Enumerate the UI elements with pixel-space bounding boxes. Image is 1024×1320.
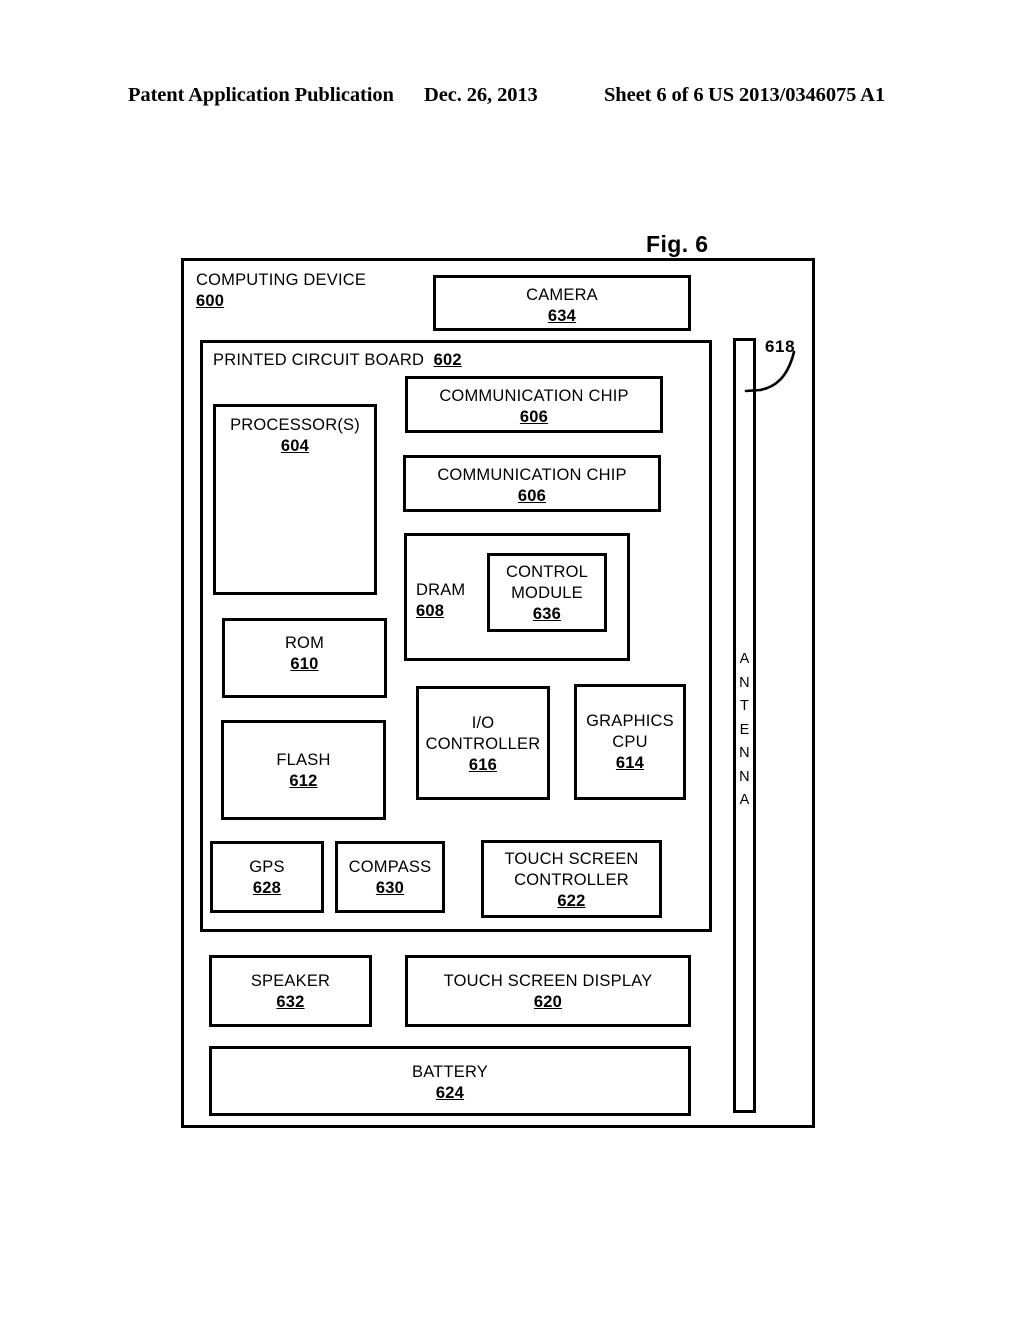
communication-chip-2-ref: 606 [517,487,547,505]
processor-title: PROCESSOR(S) [230,416,360,434]
io-controller-ref: 616 [468,756,498,774]
control-module-ref: 636 [532,605,562,623]
communication-chip-1-block: COMMUNICATION CHIP 606 [405,376,663,433]
printed-circuit-board-ref: 602 [433,351,462,369]
antenna-letter-2: T [739,698,750,714]
battery-title: BATTERY [412,1063,488,1081]
touch-screen-display-title: TOUCH SCREEN DISPLAY [443,972,653,990]
touch-screen-controller-label: TOUCH SCREEN CONTROLLER 622 [484,849,659,912]
rom-title: ROM [284,634,325,652]
dram-ref: 608 [416,602,445,620]
antenna-block: A N T E N N A [733,338,756,1113]
antenna-letter-3: E [739,721,750,738]
flash-block: FLASH 612 [221,720,386,820]
communication-chip-1-label: COMMUNICATION CHIP 606 [408,386,660,428]
battery-ref: 624 [435,1084,465,1102]
communication-chip-1-ref: 606 [519,408,549,426]
io-controller-block: I/O CONTROLLER 616 [416,686,550,800]
speaker-label: SPEAKER 632 [212,971,369,1013]
touch-screen-display-label: TOUCH SCREEN DISPLAY 620 [408,971,688,1013]
touch-screen-controller-title-line2: CONTROLLER [514,871,629,889]
gps-title: GPS [249,858,285,876]
graphics-cpu-title-line2: CPU [612,733,648,751]
control-module-title-line2: MODULE [511,584,583,602]
gps-block: GPS 628 [210,841,324,913]
gps-ref: 628 [252,879,282,897]
processor-ref: 604 [280,437,310,455]
compass-block: COMPASS 630 [335,841,445,913]
camera-ref: 634 [547,307,577,325]
touch-screen-controller-title-line1: TOUCH SCREEN [504,850,639,868]
compass-label: COMPASS 630 [338,857,442,899]
antenna-label: A N T E N N A [736,648,753,813]
touch-screen-display-block: TOUCH SCREEN DISPLAY 620 [405,955,691,1027]
compass-ref: 630 [375,879,405,897]
compass-title: COMPASS [348,858,432,876]
touch-screen-controller-ref: 622 [557,892,586,910]
flash-label: FLASH 612 [224,750,383,792]
communication-chip-2-block: COMMUNICATION CHIP 606 [403,455,661,512]
processor-block: PROCESSOR(S) 604 [213,404,377,595]
communication-chip-2-label: COMMUNICATION CHIP 606 [406,465,658,507]
camera-block: CAMERA 634 [433,275,691,331]
io-controller-title-line1: I/O [471,714,495,732]
computing-device-title: COMPUTING DEVICE [196,271,367,289]
battery-label: BATTERY 624 [212,1062,688,1104]
flash-title: FLASH [276,751,331,769]
dram-label: DRAM 608 [416,580,465,622]
printed-circuit-board-label: PRINTED CIRCUIT BOARD 602 [213,350,462,371]
battery-block: BATTERY 624 [209,1046,691,1116]
dram-title: DRAM [416,581,466,599]
printed-circuit-board-title: PRINTED CIRCUIT BOARD [213,351,425,369]
communication-chip-2-title: COMMUNICATION CHIP [437,466,627,484]
control-module-label: CONTROL MODULE 636 [490,562,604,625]
patent-number: US 2013/0346075 A1 [708,84,886,106]
io-controller-title-line2: CONTROLLER [425,735,541,753]
antenna-letter-0: A [739,651,750,667]
io-controller-label: I/O CONTROLLER 616 [419,713,547,776]
antenna-letter-6: A [739,792,750,808]
speaker-ref: 632 [276,993,305,1011]
antenna-letter-4: N [739,745,750,761]
speaker-block: SPEAKER 632 [209,955,372,1027]
control-module-title-line1: CONTROL [505,563,589,581]
antenna-leader-line [744,350,796,393]
touch-screen-controller-block: TOUCH SCREEN CONTROLLER 622 [481,840,662,918]
publication-date: Dec. 26, 2013 [424,84,538,106]
touch-screen-display-ref: 620 [533,993,563,1011]
rom-label: ROM 610 [225,633,384,675]
processor-label: PROCESSOR(S) 604 [216,415,374,457]
computing-device-label: COMPUTING DEVICE 600 [196,270,366,312]
publication-label: Patent Application Publication [128,84,394,106]
rom-ref: 610 [290,655,319,673]
sheet-number: Sheet 6 of 6 [604,84,704,106]
camera-title: CAMERA [526,286,598,304]
speaker-title: SPEAKER [250,972,331,990]
camera-label: CAMERA 634 [436,285,688,327]
computing-device-ref: 600 [196,292,225,310]
rom-block: ROM 610 [222,618,387,698]
communication-chip-1-title: COMMUNICATION CHIP [439,387,629,405]
antenna-letter-5: N [739,768,750,785]
control-module-block: CONTROL MODULE 636 [487,553,607,632]
patent-page-header: Patent Application Publication Dec. 26, … [0,84,1024,116]
graphics-cpu-ref: 614 [615,754,645,772]
flash-ref: 612 [289,772,318,790]
graphics-cpu-label: GRAPHICS CPU 614 [577,711,683,774]
graphics-cpu-title-line1: GRAPHICS [586,712,674,730]
antenna-letter-1: N [739,674,750,691]
graphics-cpu-block: GRAPHICS CPU 614 [574,684,686,800]
gps-label: GPS 628 [213,857,321,899]
figure-caption: Fig. 6 [646,231,709,257]
